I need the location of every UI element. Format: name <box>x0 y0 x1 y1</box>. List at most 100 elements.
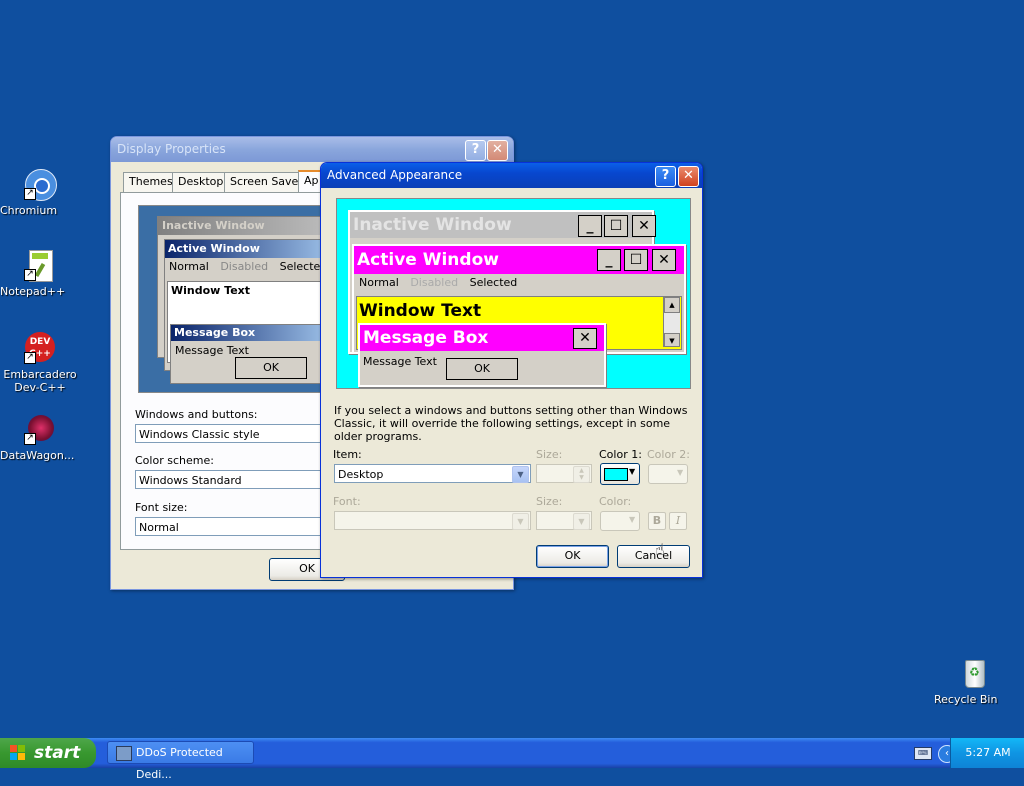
font-size-label: Font size: <box>135 501 188 514</box>
color1-swatch <box>604 468 628 481</box>
advanced-preview: Inactive Window _ ☐ ✕ Active Window _ ☐ … <box>336 198 691 389</box>
preview-message-box: Message Box Message Text OK <box>170 324 340 384</box>
color2-label: Color 2: <box>647 448 690 461</box>
tab-screen-saver[interactable]: Screen Saver <box>224 172 309 192</box>
color2-picker[interactable]: ▼ <box>648 464 688 484</box>
font-label: Font: <box>333 495 361 508</box>
advanced-appearance-titlebar[interactable]: Advanced Appearance ? ✕ <box>321 163 702 188</box>
item-value: Desktop <box>338 468 384 481</box>
adv-preview-active-title: Active Window <box>357 250 499 270</box>
adv-preview-active-titlebar: Active Window _ ☐ ✕ <box>354 246 684 274</box>
notepadpp-icon: ↗ <box>24 249 56 282</box>
desktop-icon-devcpp[interactable]: DEV C++ ↗ Embarcadero Dev-C++ <box>0 332 80 394</box>
preview-window-text: Window Text <box>171 284 251 297</box>
mouse-cursor-icon: ☝ <box>655 540 665 559</box>
color1-picker[interactable]: ▼ <box>600 463 640 485</box>
adv-preview-msgbox-title: Message Box <box>363 328 489 348</box>
taskbar-item-display-properties[interactable]: DDoS Protected Dedi... <box>107 741 254 781</box>
font-select[interactable]: ▼ <box>334 511 531 530</box>
chevron-down-icon: ▼ <box>629 467 636 476</box>
preview-ok-button: OK <box>235 357 307 379</box>
chevron-down-icon: ▼ <box>512 466 529 483</box>
devcpp-icon: DEV C++ ↗ <box>24 332 56 364</box>
maximize-icon: ☐ <box>624 249 648 271</box>
datawagon-icon: ↗ <box>24 413 56 445</box>
windows-buttons-select[interactable]: Windows Classic style <box>135 424 335 443</box>
font-color-picker[interactable]: ▼ <box>600 511 640 531</box>
adv-preview-inactive-title: Inactive Window <box>353 215 512 235</box>
desktop-icon-label: DataWagon... <box>0 449 75 462</box>
desktop-icon-label: Recycle Bin <box>934 693 998 706</box>
advanced-appearance-window: Advanced Appearance ? ✕ Inactive Window … <box>320 162 703 578</box>
font-color-label: Color: <box>599 495 632 508</box>
windows-logo-icon <box>10 745 26 761</box>
color1-label: Color 1: <box>599 448 642 461</box>
minimize-icon: _ <box>597 249 621 271</box>
chevron-down-icon: ▼ <box>512 513 529 530</box>
preview-menu-disabled: Disabled <box>220 260 269 273</box>
system-tray: 5:27 AM <box>950 738 1024 768</box>
minimize-icon: _ <box>578 215 602 237</box>
display-properties-titlebar[interactable]: Display Properties ? ✕ <box>111 137 513 162</box>
window-title: Advanced Appearance <box>327 168 463 182</box>
adv-preview-menu-disabled: Disabled <box>410 276 459 289</box>
adv-preview-menu-normal: Normal <box>359 276 399 289</box>
display-properties-icon <box>116 746 132 761</box>
chevron-down-icon: ▼ <box>573 513 590 530</box>
keyboard-icon[interactable]: ⌨ <box>914 747 932 760</box>
color-scheme-select[interactable]: Windows Standard <box>135 470 335 489</box>
font-size-select[interactable]: ▼ <box>536 511 592 530</box>
color-scheme-label: Color scheme: <box>135 454 214 467</box>
bold-button[interactable]: B <box>648 512 666 530</box>
preview-active-title: Active Window <box>165 240 340 258</box>
desktop-icon-label: Chromium <box>0 204 58 217</box>
font-size-label: Size: <box>536 495 563 508</box>
italic-button[interactable]: I <box>669 512 687 530</box>
font-size-value: Normal <box>139 521 179 534</box>
close-icon: ✕ <box>652 249 676 271</box>
help-button[interactable]: ? <box>465 140 486 161</box>
chevron-down-icon: ▼ <box>629 515 636 524</box>
windows-buttons-value: Windows Classic style <box>139 428 260 441</box>
advanced-ok-button[interactable]: OK <box>536 545 609 568</box>
desktop-icon-datawagon[interactable]: ↗ DataWagon... <box>0 413 80 462</box>
desktop-icon-label: Embarcadero Dev-C++ <box>3 368 77 394</box>
adv-preview-inactive-titlebar: Inactive Window _ ☐ ✕ <box>350 212 656 238</box>
preview-inactive-title: Inactive Window <box>158 217 340 235</box>
color-scheme-value: Windows Standard <box>139 474 242 487</box>
desktop-icon-chromium[interactable]: ↗ Chromium <box>0 168 80 217</box>
adv-preview-window-text: Window Text <box>359 301 482 321</box>
desktop-icon-recycle-bin[interactable]: ♻ Recycle Bin <box>934 657 1014 706</box>
close-button[interactable]: ✕ <box>487 140 508 161</box>
tab-themes[interactable]: Themes <box>123 172 179 192</box>
desktop-icon-label: Notepad++ <box>0 285 66 298</box>
close-icon: ✕ <box>573 328 597 349</box>
close-button[interactable]: ✕ <box>678 166 699 187</box>
item-select[interactable]: Desktop ▼ <box>334 464 531 483</box>
adv-preview-menu-selected: Selected <box>469 276 518 289</box>
recycle-bin-icon: ♻ <box>958 657 990 689</box>
clock[interactable]: 5:27 AM <box>965 746 1010 759</box>
item-size-spinner[interactable]: ▲ ▼ <box>536 464 592 483</box>
help-button[interactable]: ? <box>655 166 676 187</box>
maximize-icon: ☐ <box>604 215 628 237</box>
tab-desktop[interactable]: Desktop <box>172 172 230 192</box>
preview-msgbox-title: Message Box <box>171 325 339 341</box>
appearance-preview: Inactive Window Active Window Normal Dis… <box>138 205 341 393</box>
adv-preview-msgbox-titlebar: Message Box ✕ <box>360 325 604 351</box>
override-note: If you select a windows and buttons sett… <box>334 404 688 443</box>
desktop-icon-notepadpp[interactable]: ↗ Notepad++ <box>0 249 80 298</box>
advanced-cancel-button[interactable]: Cancel <box>617 545 690 568</box>
font-size-select[interactable]: Normal <box>135 517 335 536</box>
chevron-down-icon: ▼ <box>677 468 684 477</box>
scrollbar: ▲ ▼ <box>663 297 680 347</box>
taskbar: start DDoS Protected Dedi... ⌨ ‹ 5:27 AM <box>0 738 1024 781</box>
window-title: Display Properties <box>117 142 226 156</box>
item-label: Item: <box>333 448 362 461</box>
adv-preview-ok-button: OK <box>446 358 518 380</box>
spinner-icon: ▲ ▼ <box>573 466 590 483</box>
start-button[interactable]: start <box>0 738 96 768</box>
adv-preview-message-box: Message Box ✕ Message Text OK <box>358 323 606 387</box>
item-size-label: Size: <box>536 448 563 461</box>
start-label: start <box>34 743 81 763</box>
